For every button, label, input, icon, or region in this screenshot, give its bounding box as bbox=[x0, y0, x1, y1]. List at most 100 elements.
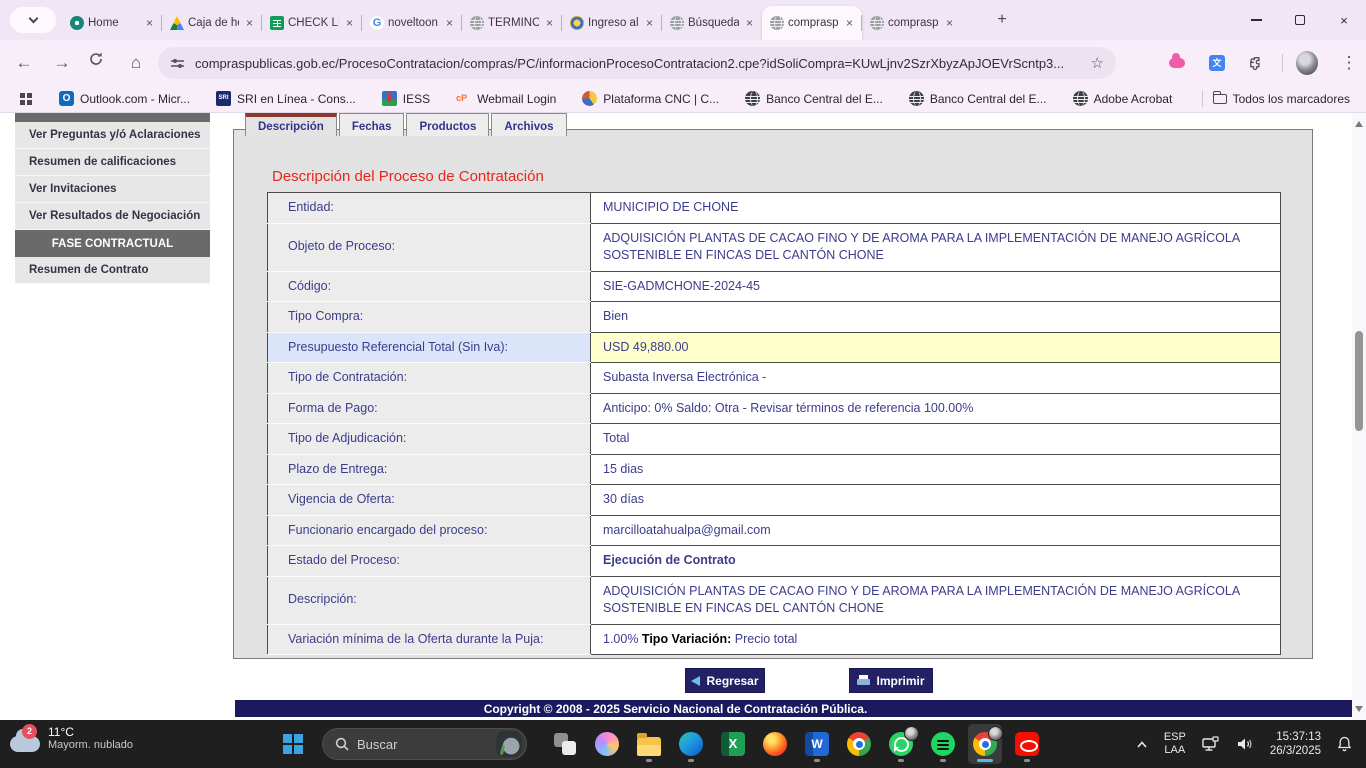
translate-icon[interactable]: 文 bbox=[1206, 52, 1228, 74]
word-button[interactable] bbox=[800, 724, 834, 764]
new-tab-button[interactable]: + bbox=[990, 9, 1014, 33]
chrome-button[interactable] bbox=[842, 724, 876, 764]
browser-tab[interactable]: TERMINO...× bbox=[462, 6, 562, 40]
scroll-down-icon[interactable] bbox=[1355, 706, 1363, 712]
browser-tab[interactable]: Ingreso al... × bbox=[562, 6, 662, 40]
translate-glyph: 文 bbox=[1209, 55, 1225, 71]
bookmark-item[interactable]: Outlook.com - Micr... bbox=[59, 91, 190, 106]
tab-close-icon[interactable]: × bbox=[443, 16, 456, 30]
taskbar-search[interactable]: Buscar bbox=[322, 728, 527, 760]
sidebar-item[interactable]: Ver Preguntas y/ó Aclaraciones bbox=[15, 122, 210, 149]
tray-chevron-up-icon[interactable] bbox=[1136, 740, 1148, 749]
tab-close-icon[interactable]: × bbox=[843, 16, 856, 30]
tab-search-button[interactable] bbox=[10, 7, 56, 33]
url-text: compraspublicas.gob.ec/ProcesoContrataci… bbox=[195, 56, 1091, 71]
home-icon[interactable]: ⌂ bbox=[124, 51, 148, 75]
table-row: Tipo de Adjudicación:Total bbox=[268, 424, 1281, 455]
search-highlight-image[interactable] bbox=[496, 731, 522, 757]
minimize-button[interactable] bbox=[1234, 0, 1278, 40]
bookmark-star-icon[interactable]: ☆ bbox=[1091, 54, 1104, 72]
back-icon[interactable]: ← bbox=[12, 51, 36, 75]
notifications-bell-icon[interactable] bbox=[1337, 736, 1352, 752]
active-indicator bbox=[977, 759, 993, 762]
imprimir-button[interactable]: Imprimir bbox=[849, 668, 933, 693]
whatsapp-button[interactable] bbox=[884, 724, 918, 764]
content-tab-fechas[interactable]: Fechas bbox=[339, 113, 405, 136]
browser-menu-icon[interactable]: ⋮ bbox=[1338, 52, 1360, 74]
bookmark-item[interactable]: Plataforma CNC | C... bbox=[582, 91, 719, 106]
weather-widget[interactable]: 2 11°C Mayorm. nublado bbox=[10, 724, 133, 752]
excel-button[interactable] bbox=[716, 724, 750, 764]
tab-close-icon[interactable]: × bbox=[543, 16, 556, 30]
tab-close-icon[interactable]: × bbox=[343, 16, 356, 30]
pink-extension-icon[interactable] bbox=[1166, 52, 1188, 74]
network-icon[interactable] bbox=[1202, 736, 1221, 752]
extensions-puzzle-icon[interactable] bbox=[1245, 52, 1267, 74]
reload-icon[interactable] bbox=[88, 51, 112, 75]
all-bookmarks-button[interactable]: Todos los marcadores bbox=[1213, 92, 1350, 106]
edge-button[interactable] bbox=[674, 724, 708, 764]
tab-close-icon[interactable]: × bbox=[243, 16, 256, 30]
copyright-bar: Copyright © 2008 - 2025 Servicio Naciona… bbox=[235, 700, 1356, 717]
acrobat-button[interactable] bbox=[1010, 724, 1044, 764]
content-tab-archivos[interactable]: Archivos bbox=[491, 113, 566, 136]
clock[interactable]: 15:37:13 26/3/2025 bbox=[1270, 730, 1321, 758]
browser-tab[interactable]: comprasp...× bbox=[762, 6, 862, 40]
spotify-button[interactable] bbox=[926, 724, 960, 764]
table-row: Forma de Pago:Anticipo: 0% Saldo: Otra -… bbox=[268, 393, 1281, 424]
row-label: Código: bbox=[268, 271, 591, 302]
tab-close-icon[interactable]: × bbox=[743, 16, 756, 30]
firefox-button[interactable] bbox=[758, 724, 792, 764]
start-button[interactable] bbox=[283, 734, 303, 754]
browser-tab[interactable]: Home× bbox=[62, 6, 162, 40]
file-explorer-button[interactable] bbox=[632, 724, 666, 764]
task-view-button[interactable] bbox=[548, 724, 582, 764]
bookmark-item[interactable]: Banco Central del E... bbox=[745, 91, 883, 106]
sidebar-item[interactable]: Ver Resultados de Negociación bbox=[15, 203, 210, 230]
ecuador-favicon-icon bbox=[570, 16, 584, 30]
browser-tab[interactable]: noveltoon...× bbox=[362, 6, 462, 40]
browser-tab[interactable]: Caja de he...× bbox=[162, 6, 262, 40]
browser-tab[interactable]: Búsqueda...× bbox=[662, 6, 762, 40]
copilot-button[interactable] bbox=[590, 724, 624, 764]
url-bar[interactable]: compraspublicas.gob.ec/ProcesoContrataci… bbox=[158, 47, 1116, 79]
content-tab-productos[interactable]: Productos bbox=[406, 113, 489, 136]
apps-grid-icon[interactable] bbox=[20, 93, 25, 98]
content-tab-descripción[interactable]: Descripción bbox=[245, 113, 337, 136]
tab-list: Home×Caja de he...×CHECK LIS...×noveltoo… bbox=[62, 0, 962, 40]
tab-close-icon[interactable]: × bbox=[143, 16, 156, 30]
scrollbar-thumb[interactable] bbox=[1355, 331, 1363, 431]
bookmark-item[interactable]: IESS bbox=[382, 91, 430, 106]
maximize-button[interactable] bbox=[1278, 0, 1322, 40]
browser-tab[interactable]: CHECK LIS...× bbox=[262, 6, 362, 40]
tab-close-icon[interactable]: × bbox=[643, 16, 656, 30]
all-bookmarks-label: Todos los marcadores bbox=[1233, 92, 1350, 106]
site-settings-icon[interactable] bbox=[170, 56, 185, 71]
tab-title: Ingreso al... bbox=[588, 17, 639, 29]
taskbar: 2 11°C Mayorm. nublado Buscar bbox=[0, 720, 1366, 768]
scroll-up-icon[interactable] bbox=[1355, 121, 1363, 127]
page-scrollbar[interactable] bbox=[1352, 113, 1366, 720]
sidebar-item[interactable]: Resumen de calificaciones bbox=[15, 149, 210, 176]
row-label: Objeto de Proceso: bbox=[268, 223, 591, 271]
browser-tab[interactable]: comprasp...× bbox=[862, 6, 962, 40]
close-button[interactable]: × bbox=[1322, 0, 1366, 40]
table-row: Objeto de Proceso:ADQUISICIÓN PLANTAS DE… bbox=[268, 223, 1281, 271]
table-row: Funcionario encargado del proceso:marcil… bbox=[268, 515, 1281, 546]
sidebar-item[interactable]: Ver Invitaciones bbox=[15, 176, 210, 203]
page-title: Descripción del Proceso de Contratación bbox=[272, 168, 544, 185]
regresar-button[interactable]: Regresar bbox=[685, 668, 765, 693]
forward-icon[interactable]: → bbox=[50, 51, 74, 75]
volume-icon[interactable] bbox=[1237, 737, 1254, 751]
bookmark-item[interactable]: Banco Central del E... bbox=[909, 91, 1047, 106]
chrome-active-button[interactable] bbox=[968, 724, 1002, 764]
profile-avatar[interactable] bbox=[1296, 52, 1318, 74]
sidebar-item[interactable]: Resumen de Contrato bbox=[15, 257, 210, 284]
bookmark-item[interactable]: SRI en Línea - Cons... bbox=[216, 91, 356, 106]
bookmark-item[interactable]: Webmail Login bbox=[456, 91, 556, 106]
tab-close-icon[interactable]: × bbox=[943, 16, 956, 30]
outlook-icon bbox=[59, 91, 74, 106]
drive-favicon-icon bbox=[170, 16, 184, 30]
bookmark-item[interactable]: Adobe Acrobat bbox=[1073, 91, 1173, 106]
language-indicator[interactable]: ESP LAA bbox=[1164, 731, 1186, 757]
